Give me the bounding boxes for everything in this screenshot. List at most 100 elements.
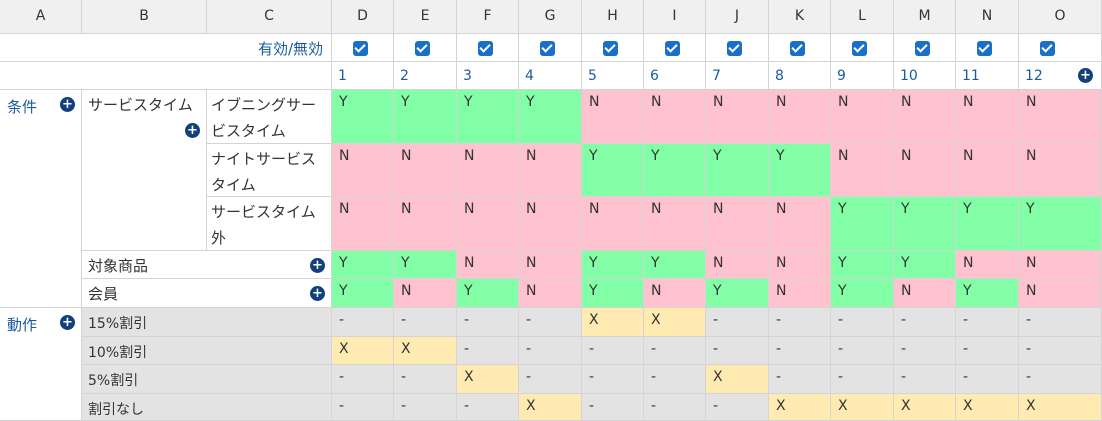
- action-value-cell[interactable]: -: [394, 394, 457, 421]
- condition-value-cell[interactable]: N: [894, 279, 956, 308]
- condition-value-cell[interactable]: N: [519, 197, 582, 251]
- action-value-cell[interactable]: -: [457, 337, 519, 365]
- column-header-h[interactable]: H: [582, 0, 644, 34]
- action-value-cell[interactable]: -: [644, 394, 706, 421]
- add-action-button-icon[interactable]: +: [60, 315, 75, 330]
- checkbox-checked-icon[interactable]: [603, 41, 618, 56]
- condition-value-cell[interactable]: Y: [394, 90, 457, 144]
- checkbox-checked-icon[interactable]: [790, 41, 805, 56]
- condition-value-cell[interactable]: N: [582, 90, 644, 144]
- checkbox-checked-icon[interactable]: [727, 41, 742, 56]
- condition-value-cell[interactable]: N: [706, 251, 769, 279]
- action-value-cell[interactable]: -: [332, 394, 394, 421]
- checkbox-checked-icon[interactable]: [915, 41, 930, 56]
- column-header-f[interactable]: F: [457, 0, 519, 34]
- condition-value-cell[interactable]: N: [644, 197, 706, 251]
- condition-value-cell[interactable]: Y: [332, 279, 394, 308]
- action-value-cell[interactable]: X: [519, 394, 582, 421]
- column-header-o[interactable]: O: [1019, 0, 1102, 34]
- condition-value-cell[interactable]: N: [457, 144, 519, 197]
- action-value-cell[interactable]: -: [332, 365, 394, 394]
- add-subcondition-button-icon[interactable]: +: [310, 258, 325, 273]
- condition-value-cell[interactable]: Y: [332, 90, 394, 144]
- condition-value-cell[interactable]: N: [457, 251, 519, 279]
- action-value-cell[interactable]: -: [894, 308, 956, 337]
- condition-value-cell[interactable]: Y: [457, 279, 519, 308]
- action-value-cell[interactable]: X: [582, 308, 644, 337]
- condition-value-cell[interactable]: N: [519, 251, 582, 279]
- column-header-a[interactable]: A: [0, 0, 82, 34]
- action-value-cell[interactable]: -: [1019, 337, 1102, 365]
- condition-value-cell[interactable]: N: [706, 90, 769, 144]
- action-value-cell[interactable]: X: [706, 365, 769, 394]
- condition-value-cell[interactable]: N: [394, 144, 457, 197]
- condition-value-cell[interactable]: N: [894, 90, 956, 144]
- action-value-cell[interactable]: X: [644, 308, 706, 337]
- add-subcondition-button-icon[interactable]: +: [310, 286, 325, 301]
- condition-value-cell[interactable]: Y: [831, 251, 894, 279]
- action-value-cell[interactable]: X: [394, 337, 457, 365]
- condition-value-cell[interactable]: N: [332, 144, 394, 197]
- action-value-cell[interactable]: -: [769, 337, 831, 365]
- condition-value-cell[interactable]: N: [1019, 279, 1102, 308]
- condition-value-cell[interactable]: N: [457, 197, 519, 251]
- condition-value-cell[interactable]: Y: [831, 197, 894, 251]
- condition-value-cell[interactable]: N: [1019, 90, 1102, 144]
- condition-value-cell[interactable]: Y: [956, 279, 1019, 308]
- column-header-j[interactable]: J: [706, 0, 769, 34]
- condition-value-cell[interactable]: Y: [831, 279, 894, 308]
- add-condition-button-icon[interactable]: +: [60, 97, 75, 112]
- column-header-g[interactable]: G: [519, 0, 582, 34]
- condition-value-cell[interactable]: N: [831, 144, 894, 197]
- action-value-cell[interactable]: -: [956, 337, 1019, 365]
- action-value-cell[interactable]: -: [582, 365, 644, 394]
- action-value-cell[interactable]: -: [1019, 365, 1102, 394]
- action-value-cell[interactable]: -: [831, 308, 894, 337]
- action-value-cell[interactable]: -: [457, 394, 519, 421]
- add-service-time-button-icon[interactable]: +: [185, 123, 200, 138]
- action-value-cell[interactable]: -: [706, 394, 769, 421]
- action-value-cell[interactable]: X: [831, 394, 894, 421]
- condition-value-cell[interactable]: Y: [394, 251, 457, 279]
- action-value-cell[interactable]: -: [519, 365, 582, 394]
- action-value-cell[interactable]: -: [644, 365, 706, 394]
- action-value-cell[interactable]: -: [457, 308, 519, 337]
- action-value-cell[interactable]: X: [457, 365, 519, 394]
- action-value-cell[interactable]: -: [894, 337, 956, 365]
- condition-value-cell[interactable]: Y: [519, 90, 582, 144]
- condition-value-cell[interactable]: N: [956, 144, 1019, 197]
- condition-value-cell[interactable]: Y: [582, 144, 644, 197]
- condition-value-cell[interactable]: N: [394, 197, 457, 251]
- action-value-cell[interactable]: X: [332, 337, 394, 365]
- condition-value-cell[interactable]: Y: [706, 279, 769, 308]
- checkbox-checked-icon[interactable]: [478, 41, 493, 56]
- checkbox-checked-icon[interactable]: [415, 41, 430, 56]
- column-header-d[interactable]: D: [332, 0, 394, 34]
- condition-value-cell[interactable]: Y: [894, 251, 956, 279]
- add-rule-button-icon[interactable]: +: [1078, 68, 1093, 83]
- condition-value-cell[interactable]: N: [644, 90, 706, 144]
- condition-value-cell[interactable]: N: [831, 90, 894, 144]
- condition-value-cell[interactable]: Y: [706, 144, 769, 197]
- action-value-cell[interactable]: -: [831, 365, 894, 394]
- column-header-m[interactable]: M: [894, 0, 956, 34]
- condition-value-cell[interactable]: N: [769, 251, 831, 279]
- condition-value-cell[interactable]: N: [644, 279, 706, 308]
- column-header-i[interactable]: I: [644, 0, 706, 34]
- condition-value-cell[interactable]: N: [1019, 144, 1102, 197]
- checkbox-checked-icon[interactable]: [852, 41, 867, 56]
- action-value-cell[interactable]: X: [1019, 394, 1102, 421]
- action-value-cell[interactable]: -: [519, 308, 582, 337]
- column-header-e[interactable]: E: [394, 0, 457, 34]
- action-value-cell[interactable]: -: [894, 365, 956, 394]
- column-header-c[interactable]: C: [207, 0, 332, 34]
- condition-value-cell[interactable]: N: [956, 90, 1019, 144]
- condition-value-cell[interactable]: Y: [582, 251, 644, 279]
- column-header-k[interactable]: K: [769, 0, 831, 34]
- condition-value-cell[interactable]: N: [769, 90, 831, 144]
- condition-value-cell[interactable]: Y: [644, 144, 706, 197]
- action-value-cell[interactable]: -: [332, 308, 394, 337]
- condition-value-cell[interactable]: N: [769, 279, 831, 308]
- checkbox-checked-icon[interactable]: [353, 41, 368, 56]
- condition-value-cell[interactable]: Y: [644, 251, 706, 279]
